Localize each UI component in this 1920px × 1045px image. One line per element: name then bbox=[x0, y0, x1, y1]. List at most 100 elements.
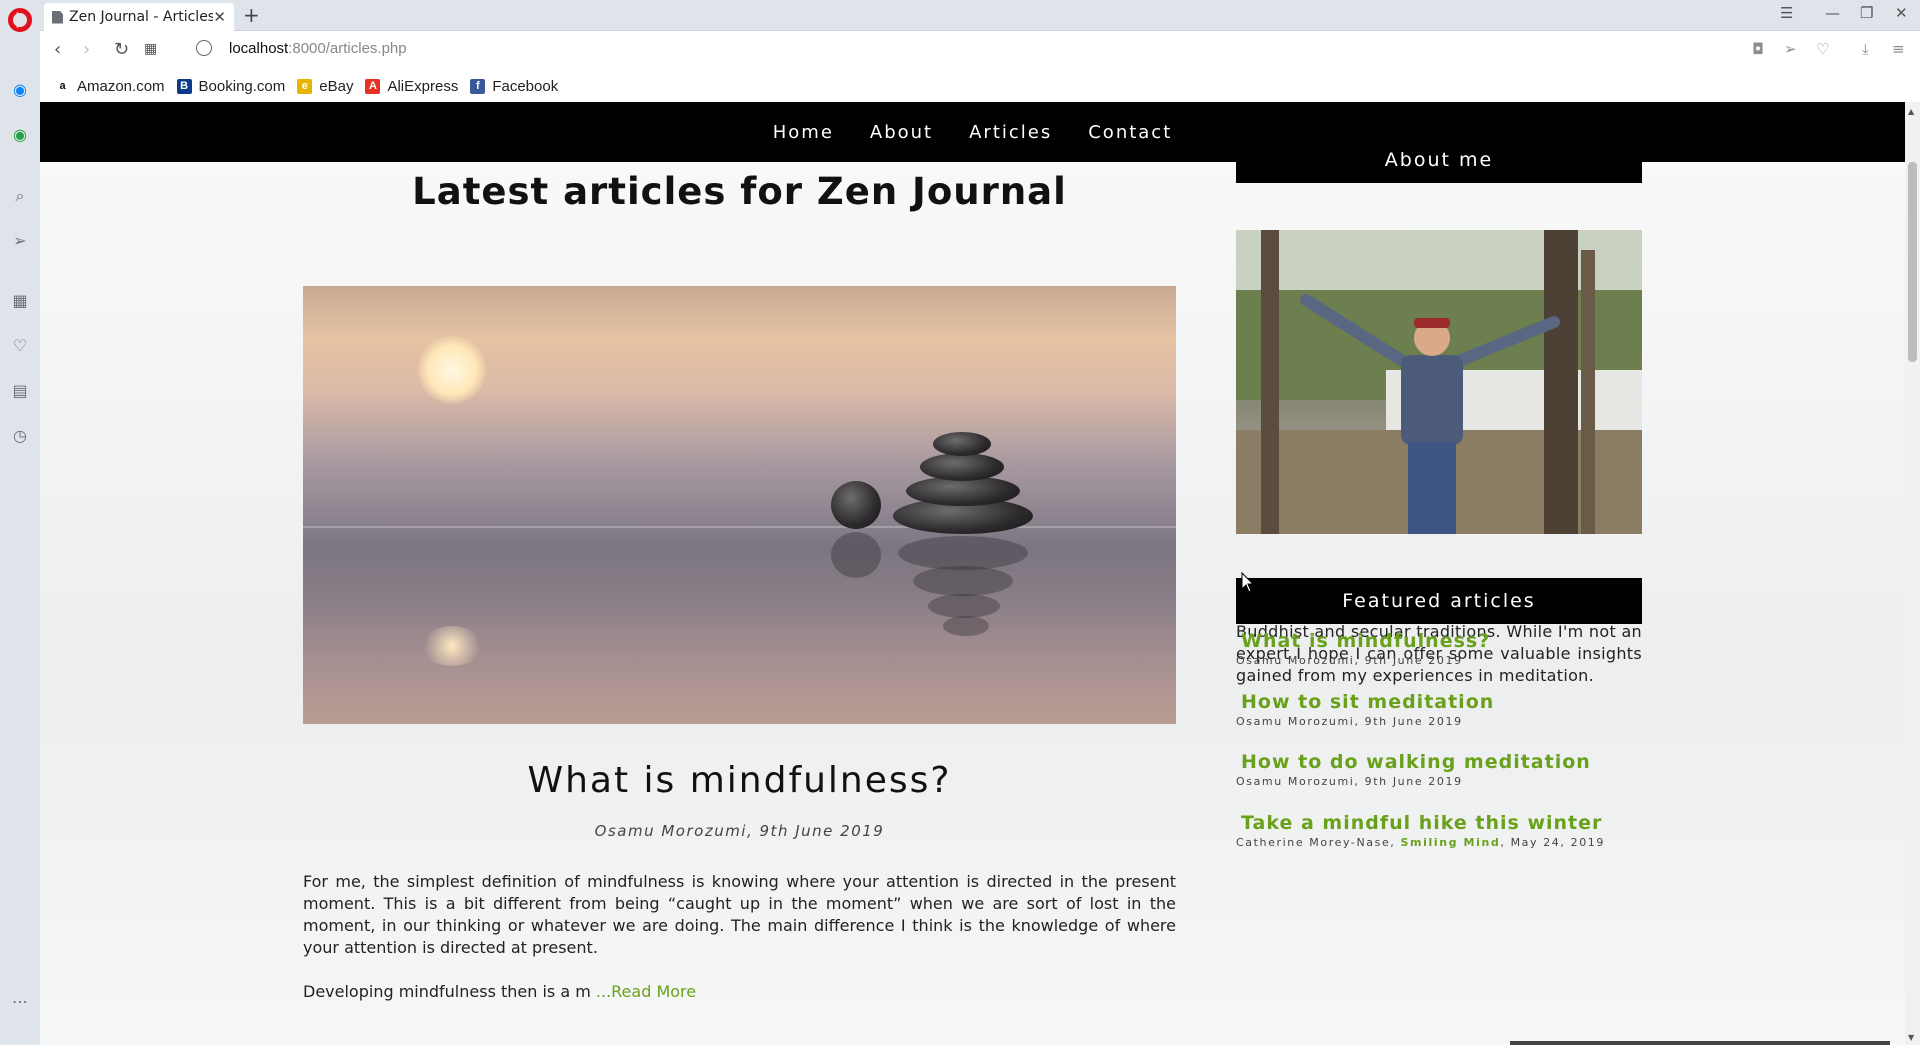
minimize-icon[interactable]: — bbox=[1825, 4, 1840, 22]
bookmark-booking-com[interactable]: B Booking.com bbox=[176, 78, 286, 95]
featured-source-link[interactable]: Smiling Mind bbox=[1401, 836, 1501, 849]
amazon-icon: a bbox=[55, 79, 70, 94]
more-icon[interactable]: ⋯ bbox=[10, 992, 30, 1012]
article-hero-image[interactable] bbox=[303, 286, 1176, 724]
booking-icon: B bbox=[176, 79, 192, 94]
featured-meta: Osamu Morozumi, 9th June 2019 bbox=[1236, 654, 1463, 667]
featured-item: What is mindfulness? Osamu Morozumi, 9th… bbox=[1236, 630, 1642, 667]
web-page: Home About Articles Contact Latest artic… bbox=[40, 102, 1920, 1045]
page-scrollbar[interactable]: ▲ ▼ bbox=[1905, 102, 1920, 1045]
speed-dial-icon[interactable]: ▦ bbox=[10, 291, 30, 311]
stone-reflection bbox=[913, 566, 1013, 596]
round-stone bbox=[831, 481, 881, 529]
stone-reflection bbox=[943, 616, 989, 636]
browser-tab[interactable]: Zen Journal - Articles ✕ bbox=[44, 3, 234, 31]
address-bar: ‹ › ↻ ▦ localhost:8000/articles.php ◘ ➢ … bbox=[40, 31, 1920, 71]
bookmark-label: Amazon.com bbox=[77, 78, 165, 95]
bookmark-label: AliExpress bbox=[387, 78, 459, 95]
featured-title-link[interactable]: What is mindfulness? bbox=[1236, 630, 1642, 652]
article-meta: Osamu Morozumi, 9th June 2019 bbox=[594, 822, 885, 840]
featured-item: How to do walking meditation Osamu Moroz… bbox=[1236, 751, 1642, 788]
stone-reflection bbox=[898, 536, 1028, 570]
new-tab-icon[interactable]: + bbox=[243, 3, 260, 27]
horizontal-scrollbar[interactable] bbox=[1510, 1041, 1890, 1045]
featured-title-link[interactable]: How to sit meditation bbox=[1236, 691, 1642, 713]
opera-logo-icon[interactable] bbox=[8, 8, 32, 32]
news-icon[interactable]: ▤ bbox=[10, 381, 30, 401]
url-field[interactable]: localhost:8000/articles.php bbox=[229, 40, 407, 57]
tab-title: Zen Journal - Articles bbox=[69, 9, 214, 25]
tabs-grid-icon[interactable]: ▦ bbox=[144, 41, 157, 57]
featured-meta: Osamu Morozumi, 9th June 2019 bbox=[1236, 775, 1463, 788]
scroll-up-icon[interactable]: ▲ bbox=[1908, 107, 1914, 116]
featured-item: Take a mindful hike this winter Catherin… bbox=[1236, 812, 1642, 849]
read-more-link[interactable]: ...Read More bbox=[591, 982, 696, 1001]
bookmark-label: Facebook bbox=[492, 78, 559, 95]
tab-menu-icon[interactable]: ☰ bbox=[1780, 4, 1793, 22]
sun-reflection bbox=[421, 626, 483, 666]
mouse-cursor-icon bbox=[1241, 572, 1255, 593]
easy-setup-icon[interactable]: ≡ bbox=[1892, 40, 1905, 58]
featured-title-link[interactable]: How to do walking meditation bbox=[1236, 751, 1642, 773]
page-title: Latest articles for Zen Journal bbox=[412, 170, 1067, 213]
bookmark-label: Booking.com bbox=[198, 78, 286, 95]
nav-home[interactable]: Home bbox=[773, 122, 834, 143]
aliexpress-icon: A bbox=[365, 79, 381, 94]
download-icon[interactable]: ⤓ bbox=[1862, 40, 1869, 58]
url-path: :8000/articles.php bbox=[288, 40, 407, 57]
tab-close-icon[interactable]: ✕ bbox=[213, 8, 226, 26]
author-photo-illustration bbox=[1236, 230, 1642, 534]
featured-title-link[interactable]: Take a mindful hike this winter bbox=[1236, 812, 1642, 834]
restore-icon[interactable]: ❐ bbox=[1860, 4, 1873, 22]
nav-articles[interactable]: Articles bbox=[969, 122, 1052, 143]
stone-2 bbox=[920, 453, 1004, 481]
sun-shape bbox=[418, 336, 486, 404]
excerpt-text: Developing mindfulness then is a m bbox=[303, 982, 591, 1001]
reload-icon[interactable]: ↻ bbox=[114, 39, 129, 60]
article-excerpt: Developing mindfulness then is a m ...Re… bbox=[303, 982, 1176, 1001]
horizon-line bbox=[303, 526, 1176, 528]
bookmark-label: eBay bbox=[319, 78, 354, 95]
heart-icon[interactable]: ♡ bbox=[10, 336, 30, 356]
tab-bar: Zen Journal - Articles ✕ + ☰ — ❐ ✕ bbox=[40, 0, 1920, 31]
browser-sidebar: ◉ ◉ ⌕ ➢ ▦ ♡ ▤ ◷ ⋯ bbox=[0, 0, 40, 1045]
author-photo bbox=[1236, 230, 1642, 534]
history-icon[interactable]: ◷ bbox=[10, 426, 30, 446]
featured-meta: Osamu Morozumi, 9th June 2019 bbox=[1236, 715, 1463, 728]
document-icon bbox=[52, 10, 63, 24]
featured-heading: Featured articles bbox=[1236, 578, 1642, 624]
article-title[interactable]: What is mindfulness? bbox=[302, 760, 1177, 801]
featured-date: , May 24, 2019 bbox=[1500, 836, 1605, 849]
bookmark-facebook[interactable]: f Facebook bbox=[470, 78, 558, 95]
close-window-icon[interactable]: ✕ bbox=[1895, 4, 1908, 22]
stone-reflection bbox=[831, 532, 881, 578]
send-page-icon[interactable]: ➢ bbox=[1784, 40, 1797, 58]
forward-icon[interactable]: › bbox=[83, 39, 90, 60]
nav-contact[interactable]: Contact bbox=[1088, 122, 1172, 143]
article-body: For me, the simplest definition of mindf… bbox=[303, 872, 1176, 957]
bookmarks-bar: a Amazon.com B Booking.com e eBay A AliExpress f… bbox=[40, 71, 1920, 102]
site-info-icon[interactable] bbox=[196, 40, 212, 56]
stone-1 bbox=[933, 432, 991, 456]
featured-meta: Catherine Morey-Nase, Smiling Mind, May … bbox=[1236, 836, 1642, 849]
messenger-icon[interactable]: ◉ bbox=[10, 80, 30, 100]
send-icon[interactable]: ➢ bbox=[10, 231, 30, 251]
whatsapp-icon[interactable]: ◉ bbox=[10, 125, 30, 145]
facebook-icon: f bbox=[470, 79, 486, 94]
nav-about[interactable]: About bbox=[870, 122, 933, 143]
search-icon[interactable]: ⌕ bbox=[10, 186, 30, 206]
scroll-down-icon[interactable]: ▼ bbox=[1908, 1033, 1914, 1042]
ebay-icon: e bbox=[297, 79, 313, 94]
featured-item: How to sit meditation Osamu Morozumi, 9t… bbox=[1236, 691, 1642, 728]
about-heading: About me bbox=[1236, 137, 1642, 183]
scrollbar-thumb[interactable] bbox=[1908, 162, 1917, 362]
camera-icon[interactable]: ◘ bbox=[1752, 40, 1764, 58]
bookmark-ebay[interactable]: e eBay bbox=[297, 78, 353, 95]
bookmark-heart-icon[interactable]: ♡ bbox=[1816, 40, 1829, 58]
url-host: localhost bbox=[229, 40, 289, 57]
stone-reflection bbox=[928, 594, 1000, 618]
back-icon[interactable]: ‹ bbox=[54, 39, 61, 60]
bookmark-amazon-com[interactable]: a Amazon.com bbox=[55, 78, 165, 95]
featured-author: Catherine Morey-Nase, bbox=[1236, 836, 1401, 849]
bookmark-aliexpress[interactable]: A AliExpress bbox=[365, 78, 458, 95]
